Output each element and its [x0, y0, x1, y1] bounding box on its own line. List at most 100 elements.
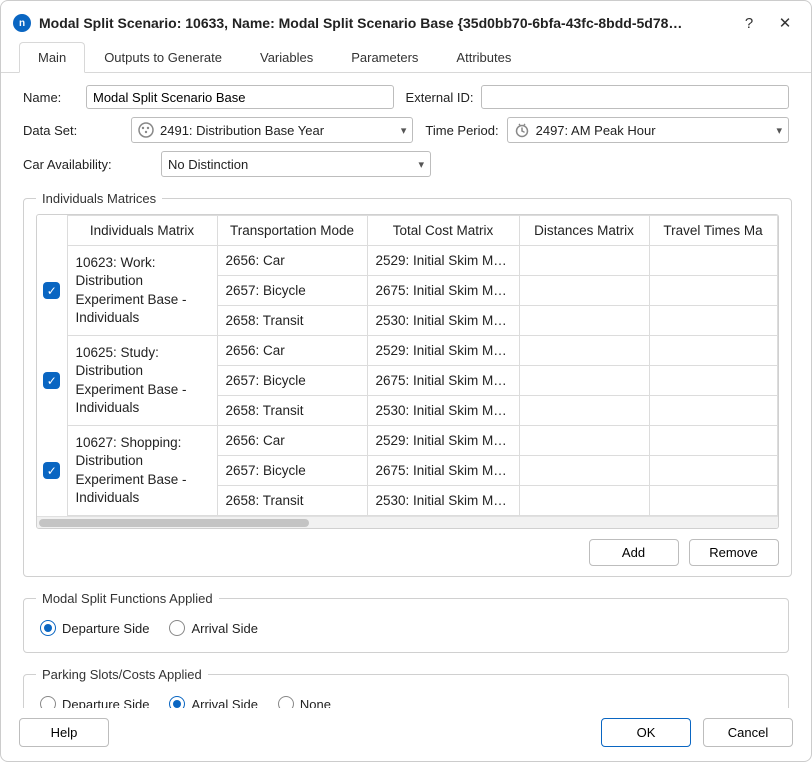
parking-legend: Parking Slots/Costs Applied [36, 667, 208, 682]
table-row[interactable]: ✓10627: Shopping: Distribution Experimen… [37, 426, 777, 456]
row-checkbox[interactable]: ✓ [43, 462, 60, 479]
individuals-matrix-cell[interactable]: 10625: Study: Distribution Experiment Ba… [67, 336, 217, 426]
cell-time[interactable] [649, 306, 777, 336]
cell-dist[interactable] [519, 276, 649, 306]
scrollbar-thumb[interactable] [39, 519, 309, 527]
col-header: Distances Matrix [519, 216, 649, 246]
cell-dist[interactable] [519, 306, 649, 336]
cell-dist[interactable] [519, 336, 649, 366]
horizontal-scrollbar[interactable] [37, 516, 778, 528]
radio-label: Departure Side [62, 621, 149, 636]
cell-cost[interactable]: 2530: Initial Skim M… [367, 306, 519, 336]
cell-mode[interactable]: 2656: Car [217, 246, 367, 276]
cell-dist[interactable] [519, 456, 649, 486]
col-header: Transportation Mode [217, 216, 367, 246]
chevron-down-icon: ▾ [401, 124, 407, 137]
cell-time[interactable] [649, 486, 777, 516]
cell-dist[interactable] [519, 246, 649, 276]
external-id-input[interactable] [481, 85, 789, 109]
cancel-button[interactable]: Cancel [703, 718, 793, 747]
col-header: Individuals Matrix [67, 216, 217, 246]
cell-time[interactable] [649, 396, 777, 426]
radio-icon [278, 696, 294, 708]
tab-variables[interactable]: Variables [241, 42, 332, 73]
parking-radio-departure-side[interactable]: Departure Side [40, 696, 149, 708]
dialog-footer: Help OK Cancel [1, 708, 811, 761]
titlebar: n Modal Split Scenario: 10633, Name: Mod… [1, 1, 811, 41]
close-button[interactable]: ✕ [771, 9, 799, 37]
cell-dist[interactable] [519, 426, 649, 456]
add-button[interactable]: Add [589, 539, 679, 566]
name-label: Name: [23, 90, 78, 105]
cell-cost[interactable]: 2529: Initial Skim M… [367, 426, 519, 456]
cell-mode[interactable]: 2658: Transit [217, 486, 367, 516]
msf-radio-departure-side[interactable]: Departure Side [40, 620, 149, 636]
radio-label: Departure Side [62, 697, 149, 709]
radio-label: Arrival Side [191, 697, 257, 709]
time-period-value: 2497: AM Peak Hour [536, 123, 771, 138]
radio-label: None [300, 697, 331, 709]
cell-mode[interactable]: 2658: Transit [217, 306, 367, 336]
table-row[interactable]: ✓10625: Study: Distribution Experiment B… [37, 336, 777, 366]
window-title: Modal Split Scenario: 10633, Name: Modal… [39, 15, 727, 31]
external-id-label: External ID: [406, 90, 474, 105]
app-icon: n [13, 14, 31, 32]
cell-mode[interactable]: 2656: Car [217, 336, 367, 366]
cell-time[interactable] [649, 366, 777, 396]
remove-button[interactable]: Remove [689, 539, 779, 566]
cell-cost[interactable]: 2530: Initial Skim M… [367, 486, 519, 516]
time-period-combo[interactable]: 2497: AM Peak Hour ▾ [507, 117, 789, 143]
cell-dist[interactable] [519, 366, 649, 396]
cell-cost[interactable]: 2530: Initial Skim M… [367, 396, 519, 426]
cell-mode[interactable]: 2658: Transit [217, 396, 367, 426]
individuals-matrices-group: Individuals Matrices Individuals MatrixT… [23, 191, 792, 577]
car-availability-label: Car Availability: [23, 157, 153, 172]
cell-cost[interactable]: 2675: Initial Skim M… [367, 456, 519, 486]
modal-split-functions-group: Modal Split Functions Applied Departure … [23, 591, 789, 653]
parking-radio-none[interactable]: None [278, 696, 331, 708]
cell-cost[interactable]: 2529: Initial Skim M… [367, 246, 519, 276]
cell-time[interactable] [649, 426, 777, 456]
cell-mode[interactable]: 2657: Bicycle [217, 456, 367, 486]
cell-dist[interactable] [519, 486, 649, 516]
cell-time[interactable] [649, 456, 777, 486]
radio-icon [169, 696, 185, 708]
data-set-icon [138, 122, 154, 138]
car-availability-combo[interactable]: No Distinction ▾ [161, 151, 431, 177]
name-input[interactable] [86, 85, 394, 109]
time-period-label: Time Period: [425, 123, 498, 138]
cell-cost[interactable]: 2675: Initial Skim M… [367, 276, 519, 306]
radio-icon [40, 620, 56, 636]
radio-icon [40, 696, 56, 708]
tab-parameters[interactable]: Parameters [332, 42, 437, 73]
cell-dist[interactable] [519, 396, 649, 426]
parking-radio-arrival-side[interactable]: Arrival Side [169, 696, 257, 708]
individuals-matrices-legend: Individuals Matrices [36, 191, 162, 206]
ok-button[interactable]: OK [601, 718, 691, 747]
tab-attributes[interactable]: Attributes [437, 42, 530, 73]
row-checkbox[interactable]: ✓ [43, 372, 60, 389]
msf-radio-arrival-side[interactable]: Arrival Side [169, 620, 257, 636]
table-row[interactable]: ✓10623: Work: Distribution Experiment Ba… [37, 246, 777, 276]
cell-time[interactable] [649, 336, 777, 366]
col-header: Total Cost Matrix [367, 216, 519, 246]
cell-time[interactable] [649, 276, 777, 306]
data-set-combo[interactable]: 2491: Distribution Base Year ▾ [131, 117, 413, 143]
individuals-matrix-cell[interactable]: 10623: Work: Distribution Experiment Bas… [67, 246, 217, 336]
chevron-down-icon: ▾ [776, 124, 782, 137]
cell-mode[interactable]: 2656: Car [217, 426, 367, 456]
row-checkbox[interactable]: ✓ [43, 282, 60, 299]
radio-label: Arrival Side [191, 621, 257, 636]
help-button-footer[interactable]: Help [19, 718, 109, 747]
cell-cost[interactable]: 2529: Initial Skim M… [367, 336, 519, 366]
tab-outputs-to-generate[interactable]: Outputs to Generate [85, 42, 241, 73]
cell-time[interactable] [649, 246, 777, 276]
help-button[interactable]: ? [735, 9, 763, 37]
cell-cost[interactable]: 2675: Initial Skim M… [367, 366, 519, 396]
tab-main[interactable]: Main [19, 42, 85, 73]
cell-mode[interactable]: 2657: Bicycle [217, 366, 367, 396]
modal-split-functions-legend: Modal Split Functions Applied [36, 591, 219, 606]
cell-mode[interactable]: 2657: Bicycle [217, 276, 367, 306]
chevron-down-icon: ▾ [418, 158, 424, 171]
individuals-matrix-cell[interactable]: 10627: Shopping: Distribution Experiment… [67, 426, 217, 516]
